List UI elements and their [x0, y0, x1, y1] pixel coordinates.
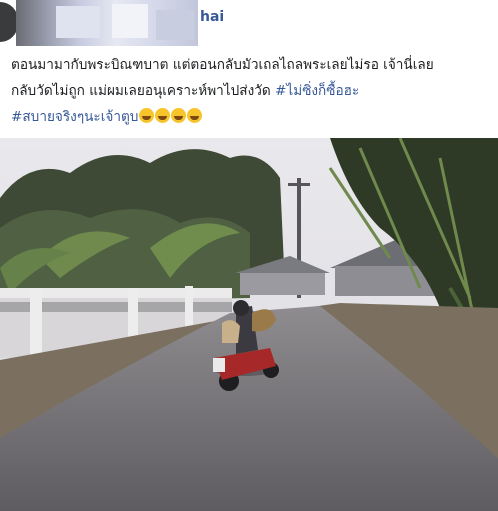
author-name[interactable]: hai	[200, 9, 224, 25]
post-text: ตอนมามากับพระบิณฑบาต แต่ตอนกลับมัวเถลไถล…	[11, 52, 495, 130]
laughing-emoji-icon	[139, 108, 155, 123]
post-text-line-2: กลับวัดไม่ถูก แม่ผมเลยอนุเคราะห์พาไปส่งว…	[11, 78, 495, 104]
smile-emoji-icon	[187, 108, 203, 123]
post-photo[interactable]	[0, 138, 498, 511]
author-name-redacted	[16, 0, 198, 46]
hashtag-link-2[interactable]: #สบายจริงๆนะเจ้าตูบ	[11, 109, 138, 125]
post-header: hai	[0, 0, 498, 46]
post-text-line-1: ตอนมามากับพระบิณฑบาต แต่ตอนกลับมัวเถลไถล…	[11, 57, 434, 73]
post-text-line-3: #สบายจริงๆนะเจ้าตูบ	[11, 104, 495, 130]
laughing-emoji-icon	[155, 108, 171, 123]
rofl-emoji-icon	[171, 108, 187, 123]
post-text-line-2-body: กลับวัดไม่ถูก แม่ผมเลยอนุเคราะห์พาไปส่งว…	[11, 83, 275, 99]
hashtag-link-1[interactable]: #ไม่ซิ่งก็ซื้อฮะ	[275, 83, 359, 99]
photo-scene	[0, 138, 498, 511]
